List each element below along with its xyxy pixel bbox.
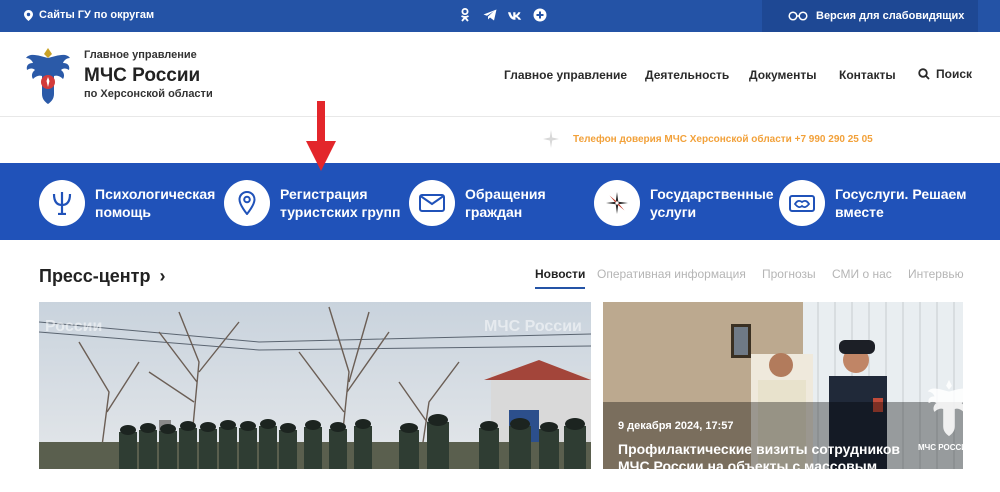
compass-icon: [594, 180, 640, 226]
service-label-line2: помощь: [95, 204, 151, 220]
tab-forecasts[interactable]: Прогнозы: [762, 267, 816, 281]
mchs-emblem-logo[interactable]: [24, 44, 72, 106]
nav-activity[interactable]: Деятельность: [645, 68, 729, 82]
mchs-watermark-text: МЧС РОССИИ: [918, 443, 973, 452]
service-label-line1: Регистрация: [280, 186, 368, 202]
low-vision-label: Версия для слабовидящих: [816, 10, 965, 22]
regional-sites-label: Сайты ГУ по округам: [39, 9, 155, 21]
tab-news[interactable]: Новости: [535, 267, 586, 289]
press-center-title: Пресс-центр: [39, 266, 151, 286]
sparkle-icon: [543, 130, 559, 148]
brand-top-line: Главное управление: [84, 49, 197, 61]
telegram-icon[interactable]: [483, 8, 497, 22]
red-arrow-annotation: [306, 101, 336, 171]
envelope-icon: [409, 180, 455, 226]
site-header: Главное управление МЧС России по Херсонс…: [0, 32, 1000, 117]
odnoklassniki-icon[interactable]: [458, 8, 472, 22]
nav-contacts[interactable]: Контакты: [839, 68, 896, 82]
plus-icon[interactable]: [533, 8, 547, 22]
social-links: [458, 8, 547, 22]
brand-region: по Херсонской области: [84, 88, 213, 100]
service-psychological-help[interactable]: Психологическая помощь: [39, 180, 225, 226]
nav-main-directorate[interactable]: Главное управление: [504, 68, 627, 82]
tab-media-about-us[interactable]: СМИ о нас: [832, 267, 892, 281]
map-pin-icon: [224, 180, 270, 226]
service-label-line1: Государственные: [650, 186, 774, 202]
tab-interviews[interactable]: Интервью: [908, 267, 964, 281]
nav-documents[interactable]: Документы: [749, 68, 816, 82]
glasses-icon: [788, 11, 808, 21]
press-center-heading[interactable]: Пресс-центр ›: [39, 266, 166, 287]
service-label-line1: Обращения: [465, 186, 546, 202]
service-tourist-registration[interactable]: Регистрация туристских групп: [224, 180, 410, 226]
location-pin-icon: [24, 9, 33, 21]
service-label-line1: Госуслуги. Решаем: [835, 186, 967, 202]
gosuslugi-icon: [779, 180, 825, 226]
low-vision-version-link[interactable]: Версия для слабовидящих: [762, 0, 978, 32]
service-label-line2: услуги: [650, 204, 697, 220]
chevron-right-icon: ›: [159, 266, 166, 286]
search-label: Поиск: [936, 67, 973, 81]
regional-sites-link[interactable]: Сайты ГУ по округам: [24, 9, 154, 21]
news-photo-left[interactable]: России МЧС России: [39, 302, 591, 469]
service-label-line2: вместе: [835, 204, 884, 220]
photo-watermark-right: МЧС России: [484, 318, 582, 335]
psi-icon: [39, 180, 85, 226]
top-bar: Сайты ГУ по округам Версия для слабовидя…: [0, 0, 1000, 32]
search-button[interactable]: Поиск: [918, 67, 972, 81]
news-date: 9 декабря 2024, 17:57: [618, 420, 734, 432]
photo-watermark-left: России: [45, 318, 103, 335]
service-label-line1: Психологическая: [95, 186, 216, 202]
news-title[interactable]: Профилактические визиты сотрудников МЧС …: [618, 441, 918, 492]
vk-icon[interactable]: [508, 8, 522, 22]
service-citizen-appeals[interactable]: Обращения граждан: [409, 180, 595, 226]
tab-operational-info[interactable]: Оперативная информация: [597, 267, 746, 281]
hotline-phone[interactable]: Телефон доверия МЧС Херсонской области +…: [573, 134, 873, 145]
service-gosuslugi-together[interactable]: Госуслуги. Решаем вместе: [779, 180, 975, 226]
services-band: Психологическая помощь Регистрация туристс…: [0, 163, 1000, 240]
service-label-line2: туристских групп: [280, 204, 401, 220]
search-icon: [918, 68, 930, 80]
brand-name[interactable]: МЧС России: [84, 65, 200, 87]
mchs-watermark-emblem: [927, 379, 971, 437]
service-label-line2: граждан: [465, 204, 523, 220]
service-government-services[interactable]: Государственные услуги: [594, 180, 780, 226]
